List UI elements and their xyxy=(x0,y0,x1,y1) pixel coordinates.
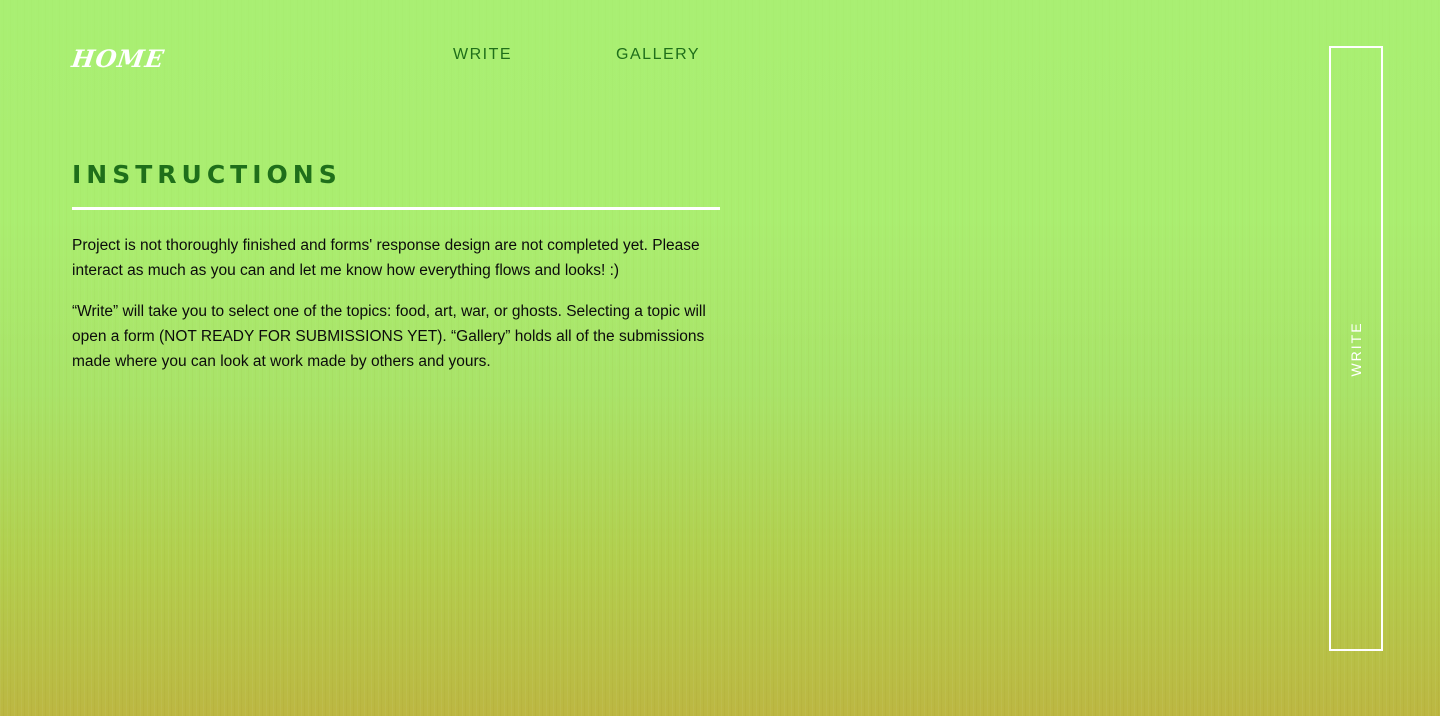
title-divider xyxy=(72,207,720,210)
nav-gallery-link[interactable]: GALLERY xyxy=(616,46,700,64)
side-write-button[interactable]: WRITE xyxy=(1329,46,1383,651)
top-nav: WRITE GALLERY xyxy=(453,46,700,64)
instructions-section: INSTRUCTIONS Project is not thoroughly f… xyxy=(72,160,720,374)
instructions-paragraph-usage: “Write” will take you to select one of t… xyxy=(72,303,706,370)
home-logo-link[interactable]: HOME xyxy=(70,44,167,73)
side-write-label: WRITE xyxy=(1348,320,1364,377)
instructions-paragraph-status: Project is not thoroughly finished and f… xyxy=(72,237,700,279)
instructions-title: INSTRUCTIONS xyxy=(72,160,342,189)
nav-write-link[interactable]: WRITE xyxy=(453,46,512,64)
